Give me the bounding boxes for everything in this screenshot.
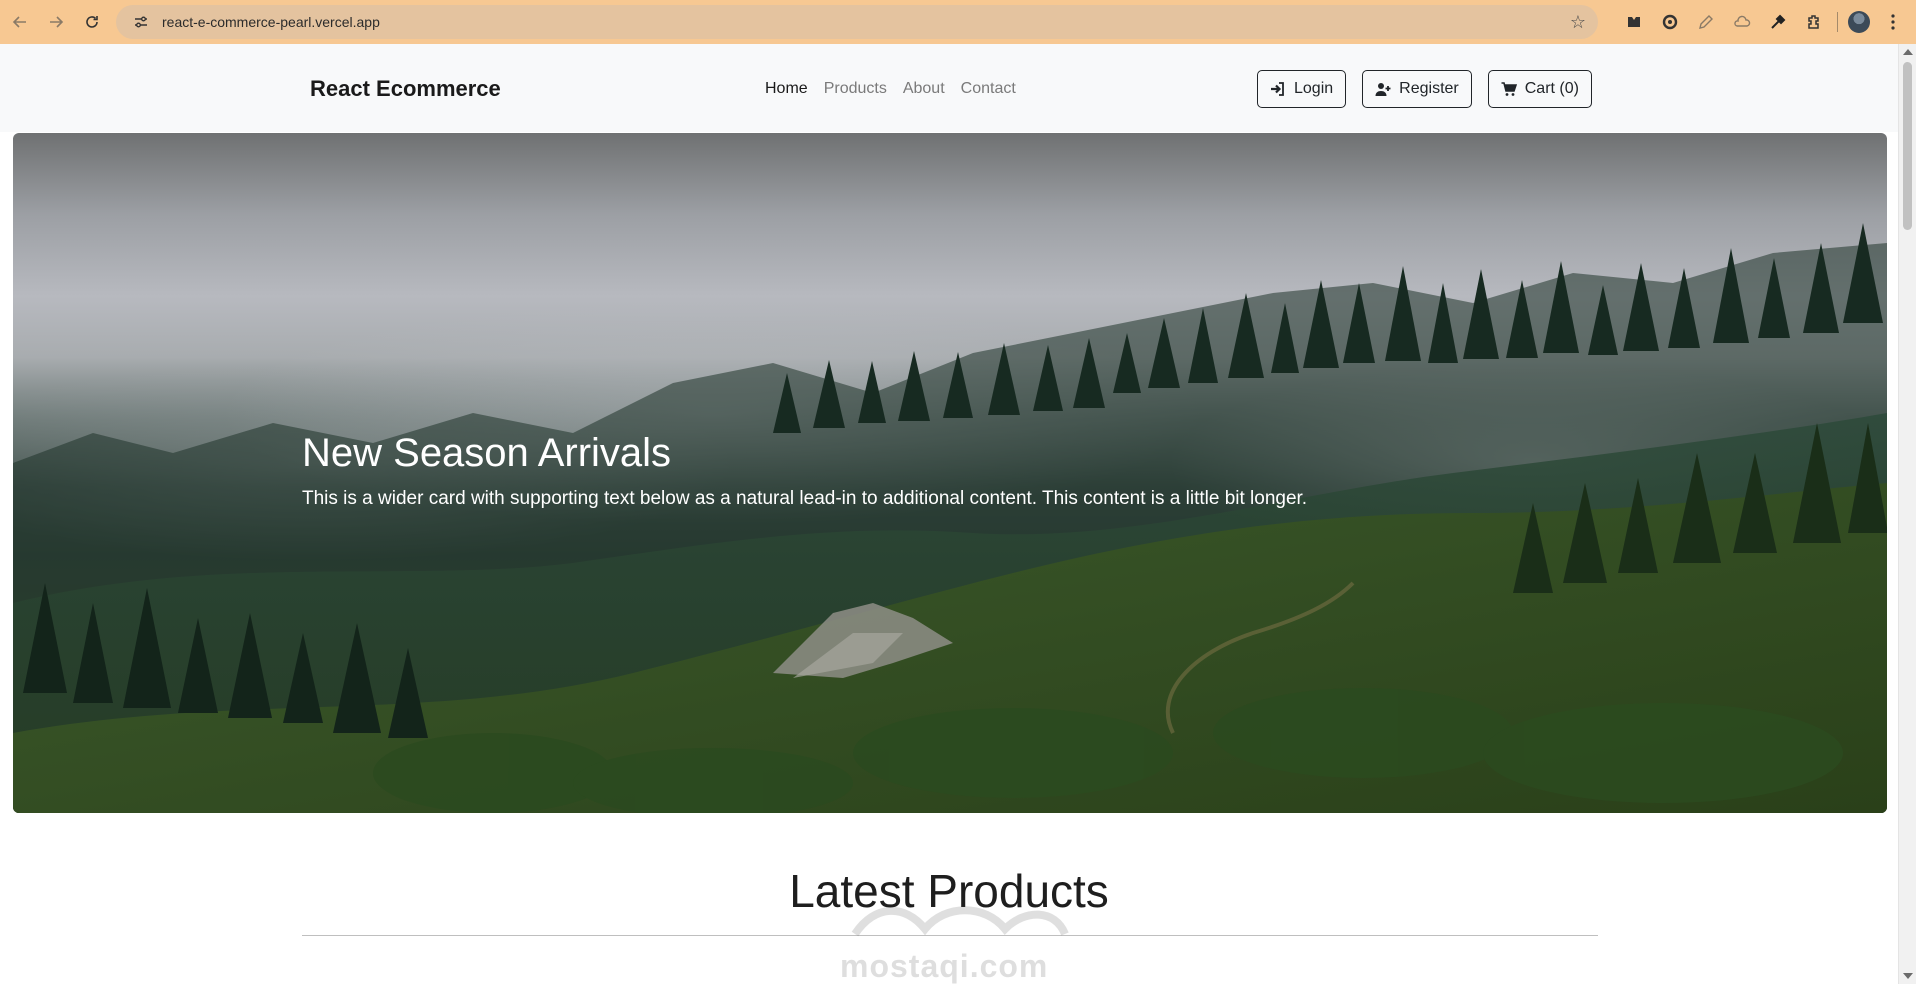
user-plus-icon bbox=[1375, 83, 1391, 96]
watermark-logo-icon bbox=[851, 906, 1069, 937]
sign-in-icon bbox=[1271, 82, 1284, 96]
register-label: Register bbox=[1399, 80, 1459, 97]
watermark-text: mostaqi.com bbox=[840, 948, 1049, 984]
scroll-thumb[interactable] bbox=[1903, 62, 1912, 230]
nav-link-home[interactable]: Home bbox=[765, 80, 808, 98]
bookmark-star-icon[interactable]: ☆ bbox=[1570, 12, 1586, 33]
extensions-icon[interactable] bbox=[1801, 9, 1827, 35]
scroll-up-icon[interactable] bbox=[1903, 49, 1913, 55]
address-bar[interactable]: react-e-commerce-pearl.vercel.app ☆ bbox=[116, 5, 1598, 39]
hero-title: New Season Arrivals bbox=[302, 431, 672, 475]
url-text: react-e-commerce-pearl.vercel.app bbox=[162, 14, 380, 30]
site-settings-icon[interactable] bbox=[130, 11, 152, 33]
cart-button[interactable]: Cart (0) bbox=[1487, 70, 1592, 108]
cart-label: Cart (0) bbox=[1524, 80, 1579, 97]
cloud-extension-icon[interactable] bbox=[1729, 9, 1755, 35]
nav-link-products[interactable]: Products bbox=[824, 80, 887, 98]
sync-extension-icon[interactable] bbox=[1657, 9, 1683, 35]
edit-extension-icon[interactable] bbox=[1693, 9, 1719, 35]
nav-link-contact[interactable]: Contact bbox=[961, 80, 1016, 98]
nav-links: Home Products About Contact bbox=[765, 80, 1016, 98]
nav-link-about[interactable]: About bbox=[903, 80, 945, 98]
toolbar-divider bbox=[1837, 12, 1838, 32]
page-viewport: React Ecommerce Home Products About Cont… bbox=[0, 44, 1898, 984]
register-button[interactable]: Register bbox=[1362, 70, 1472, 108]
reload-icon[interactable] bbox=[76, 6, 108, 38]
hero-forest-image bbox=[13, 223, 1887, 813]
hero-text: This is a wider card with supporting tex… bbox=[302, 488, 1308, 509]
menu-icon[interactable] bbox=[1880, 9, 1906, 35]
browser-toolbar: react-e-commerce-pearl.vercel.app ☆ bbox=[0, 0, 1916, 44]
profile-avatar[interactable] bbox=[1848, 11, 1870, 33]
login-label: Login bbox=[1294, 80, 1334, 97]
back-icon[interactable] bbox=[4, 6, 36, 38]
forward-icon[interactable] bbox=[40, 6, 72, 38]
site-navbar: React Ecommerce Home Products About Cont… bbox=[0, 44, 1898, 132]
extension-icon[interactable] bbox=[1621, 9, 1647, 35]
scroll-down-icon[interactable] bbox=[1903, 973, 1913, 979]
cart-icon bbox=[1501, 82, 1517, 96]
page-scrollbar[interactable] bbox=[1898, 44, 1916, 984]
login-button[interactable]: Login bbox=[1257, 70, 1347, 108]
eyedropper-extension-icon[interactable] bbox=[1765, 9, 1791, 35]
hero-banner: New Season Arrivals This is a wider card… bbox=[13, 133, 1887, 813]
brand-logo[interactable]: React Ecommerce bbox=[310, 76, 501, 102]
